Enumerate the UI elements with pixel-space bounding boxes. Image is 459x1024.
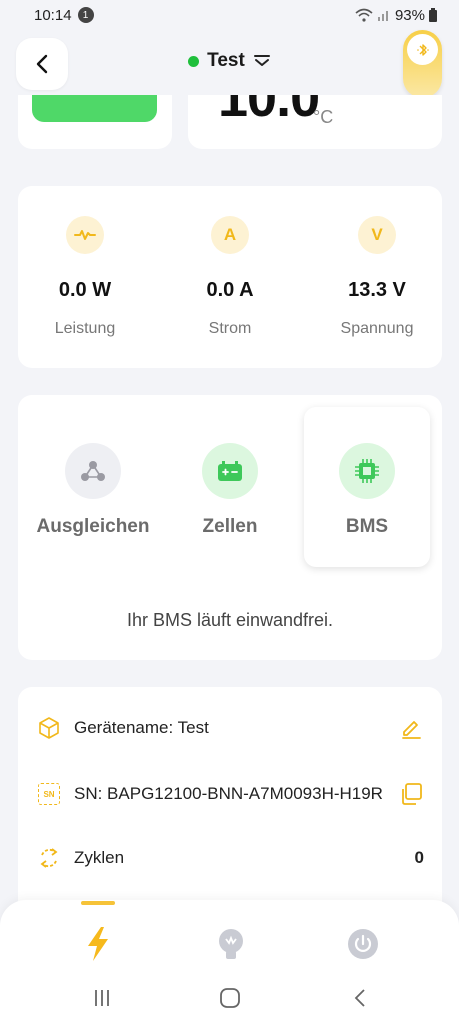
volt-icon: V: [358, 216, 396, 254]
tab-bms-label: BMS: [345, 516, 389, 537]
device-name-row: Gerätename: Test: [38, 715, 424, 741]
temperature-card: 10.0 °C: [188, 95, 442, 149]
battery-percent: 93%: [394, 6, 425, 24]
serial-number-icon: SN: [38, 783, 60, 805]
pulse-icon: [66, 216, 104, 254]
copy-serial-button[interactable]: [398, 781, 424, 807]
power-icon: [348, 929, 378, 959]
serial-row: SN SN: BAPG12100-BNN-A7M0093H-H19R: [38, 781, 424, 807]
bulb-icon: [219, 929, 243, 959]
bluetooth-icon: [416, 43, 429, 56]
system-navigation: [0, 986, 459, 1010]
page-title: Test: [207, 50, 245, 71]
metrics-card: 0.0 W Leistung A 0.0 A Strom V 13.3 V Sp…: [18, 186, 442, 368]
bms-status-message: Ihr BMS läuft einwandfrei.: [126, 610, 334, 630]
device-info-card: Gerätename: Test SN SN: BAPG12100-BNN-A7…: [18, 687, 442, 917]
tab-balance[interactable]: Ausgleichen: [30, 407, 156, 567]
power-value: 0.0 W: [58, 279, 112, 301]
cube-icon: [38, 717, 60, 739]
battery-cells-icon: [202, 443, 258, 499]
edit-name-button[interactable]: [398, 715, 424, 741]
cycles-value: 0: [414, 848, 424, 867]
dropdown-icon: [253, 55, 270, 66]
device-selector[interactable]: Test: [0, 50, 459, 72]
back-arrow-icon: [354, 989, 365, 1007]
battery-level-card: [18, 95, 172, 149]
temperature-value: 10.0: [218, 95, 320, 128]
balance-icon: [65, 443, 121, 499]
power-flash-icon: [88, 927, 108, 961]
notification-badge: 1: [77, 7, 94, 23]
active-nav-indicator: [81, 901, 115, 905]
cycle-icon: [38, 847, 60, 869]
online-status-dot: [188, 55, 200, 67]
tab-cells-label: Zellen: [202, 516, 258, 537]
power-label: Leistung: [54, 320, 116, 337]
pencil-icon: [402, 721, 421, 739]
battery-level-bar: [32, 95, 157, 122]
nav-power[interactable]: [345, 926, 381, 962]
cycles-label: Zyklen: [74, 848, 125, 867]
tab-balance-label: Ausgleichen: [36, 516, 150, 537]
temperature-unit: °C: [313, 107, 334, 127]
tab-bms[interactable]: BMS: [304, 407, 430, 567]
nav-power-flash[interactable]: [80, 926, 116, 962]
metric-power: 0.0 W Leistung: [30, 216, 140, 338]
current-value: 0.0 A: [206, 279, 254, 301]
clock: 10:14: [34, 6, 72, 24]
nav-bulb[interactable]: [213, 926, 249, 962]
bluetooth-toggle[interactable]: [403, 30, 442, 98]
metric-current: A 0.0 A Strom: [175, 216, 285, 338]
copy-icon: [402, 783, 422, 805]
battery-icon: [429, 8, 437, 22]
status-tabs-card: Ausgleichen Zellen BMS Ihr BMS läuft ein…: [18, 395, 442, 660]
serial-icon-text: SN: [43, 789, 55, 799]
serial-number: SN: BAPG12100-BNN-A7M0093H-H19R: [74, 784, 383, 803]
voltage-label: Spannung: [340, 320, 414, 337]
recent-apps-button[interactable]: [90, 986, 114, 1010]
chip-icon: [339, 443, 395, 499]
cycles-row: Zyklen 0: [38, 847, 424, 869]
signal-icon: [377, 11, 388, 21]
wifi-icon: [355, 8, 373, 22]
metric-voltage: V 13.3 V Spannung: [322, 216, 432, 338]
tab-cells[interactable]: Zellen: [167, 407, 293, 567]
current-label: Strom: [208, 320, 252, 337]
home-button[interactable]: [218, 986, 242, 1010]
home-icon: [220, 988, 240, 1008]
device-name: Gerätename: Test: [74, 718, 209, 737]
status-bar: 10:14 1 93%: [0, 0, 459, 30]
recent-apps-icon: [95, 990, 109, 1006]
voltage-value: 13.3 V: [348, 279, 406, 301]
system-back-button[interactable]: [348, 986, 372, 1010]
ampere-icon: A: [211, 216, 249, 254]
